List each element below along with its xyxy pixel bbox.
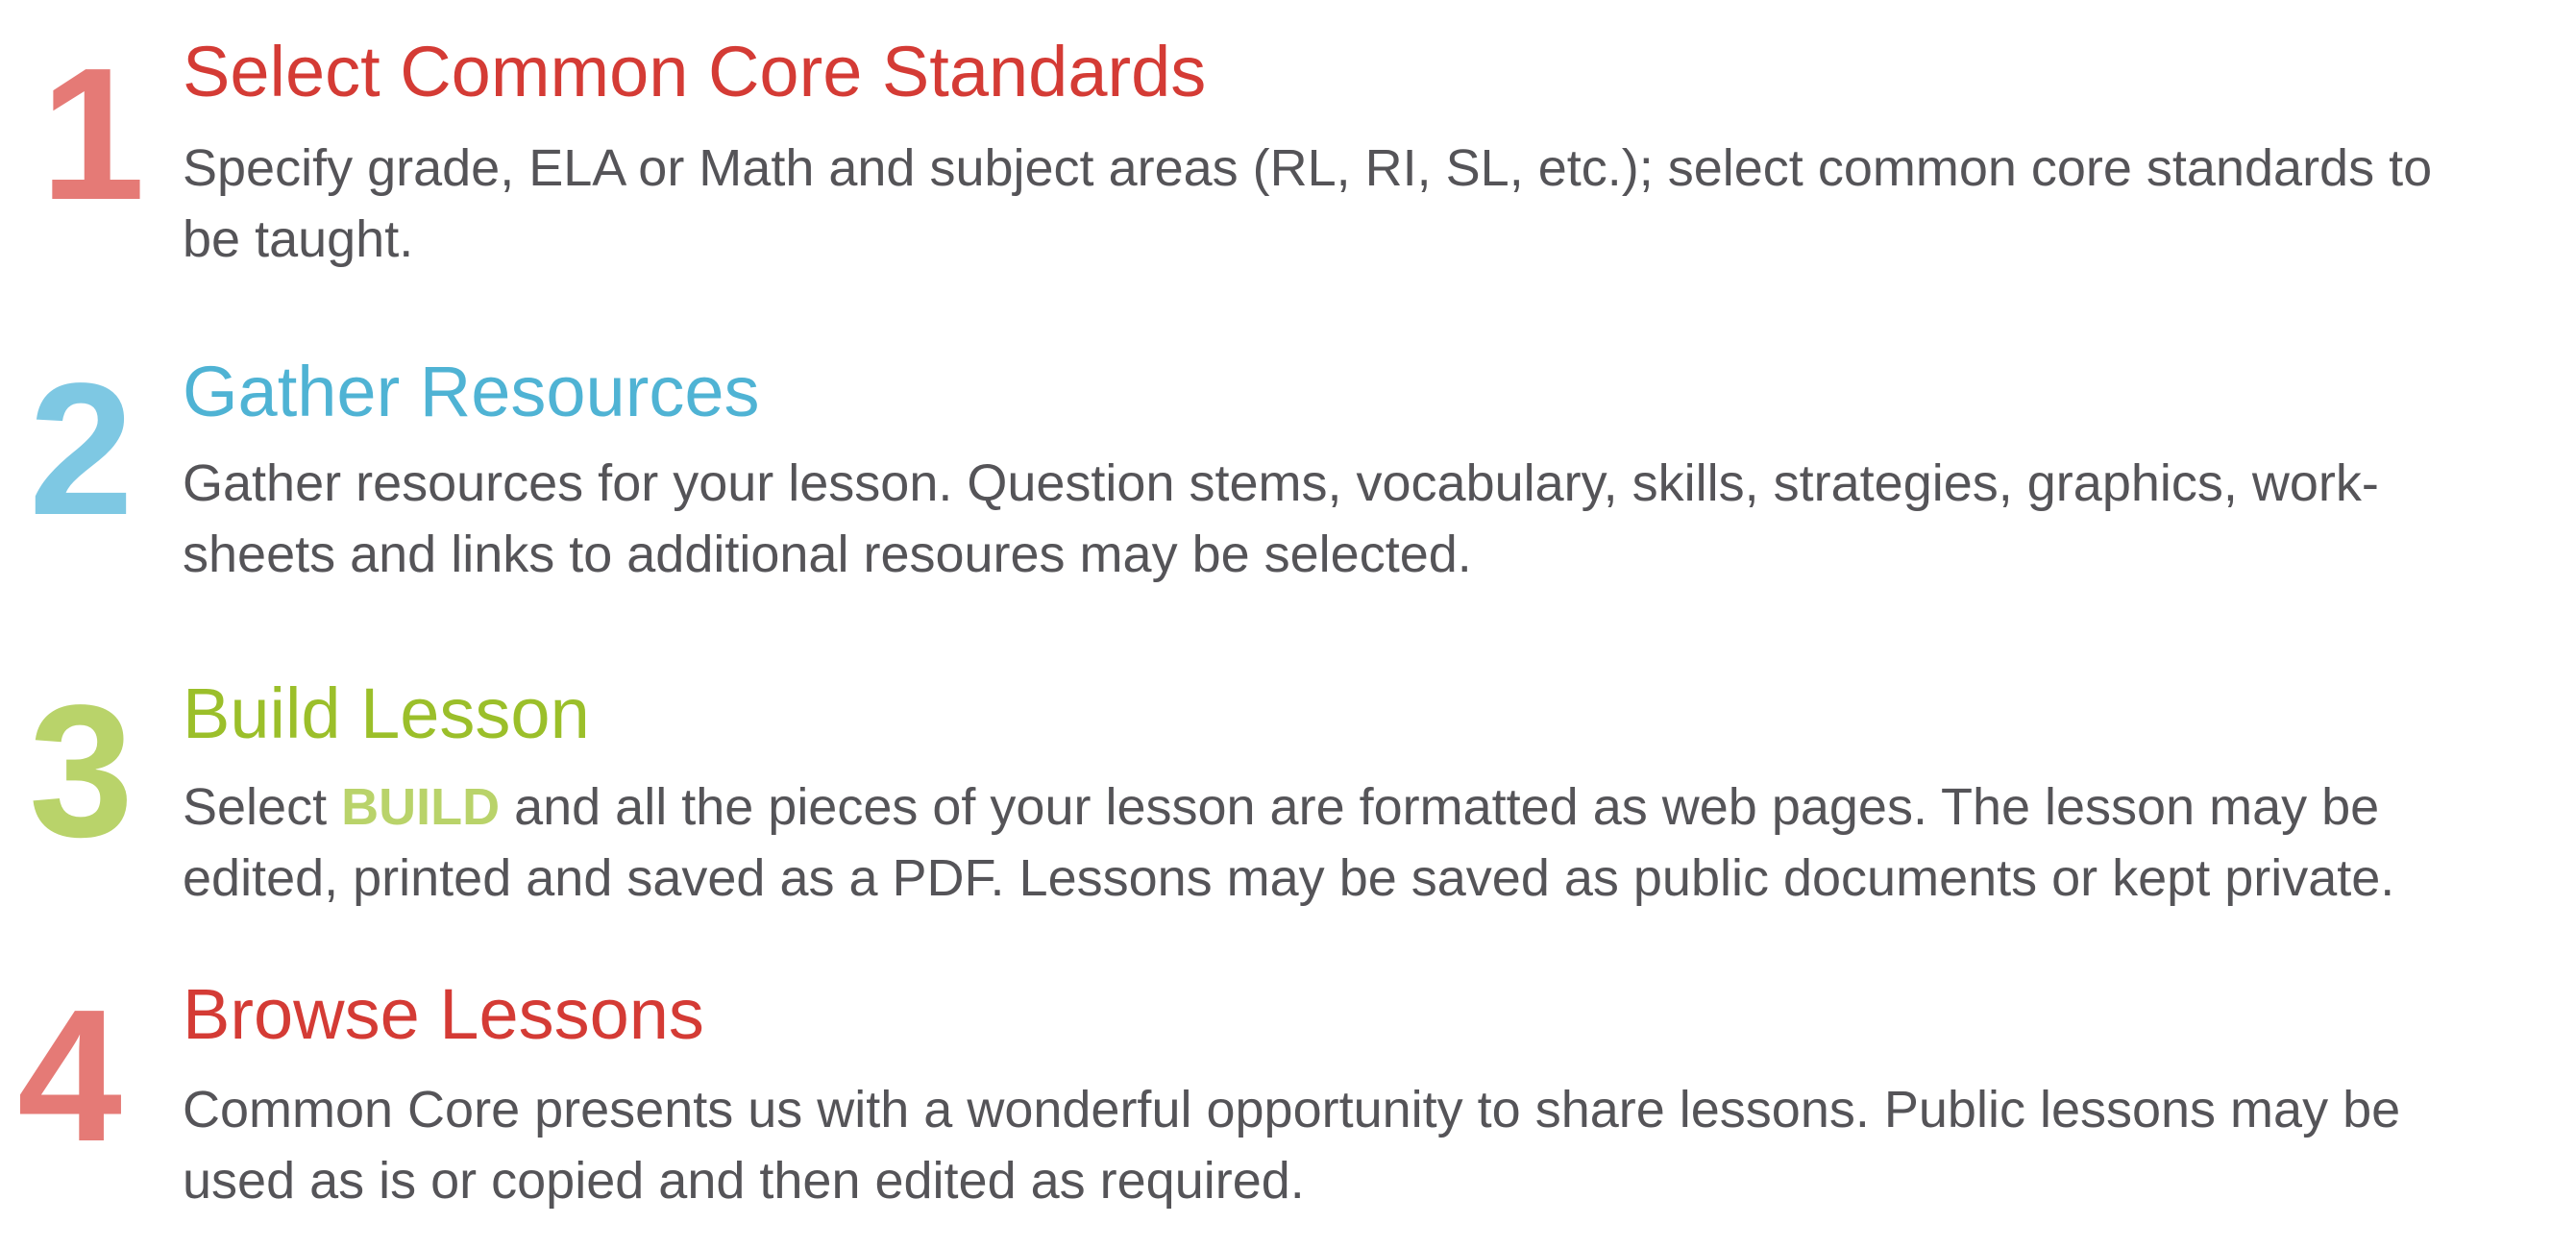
step-description: Gather resources for your lesson. Questi… — [183, 448, 2565, 590]
step-number: 4 — [17, 970, 123, 1181]
step-description: Select BUILD and all the pieces of your … — [183, 771, 2565, 914]
description-line: Gather resources for your lesson. Questi… — [183, 454, 2379, 512]
step-title: Build Lesson — [183, 673, 590, 753]
text-segment: and all the pieces of your lesson are fo… — [500, 778, 2380, 836]
step-description: Specify grade, ELA or Math and subject a… — [183, 133, 2565, 275]
description-line: used as is or copied and then edited as … — [183, 1152, 1305, 1210]
step-title: Gather Resources — [183, 352, 760, 431]
step-title: Select Common Core Standards — [183, 32, 1207, 111]
description-line: Select BUILD and all the pieces of your … — [183, 771, 2565, 843]
description-line: be taught. — [183, 210, 414, 268]
description-line: edited, printed and saved as a PDF. Less… — [183, 849, 2395, 907]
step-number: 1 — [40, 29, 146, 239]
step-title: Browse Lessons — [183, 974, 704, 1054]
description-line: Common Core presents us with a wonderful… — [183, 1081, 2401, 1138]
step-number: 3 — [29, 666, 135, 876]
description-line: Specify grade, ELA or Math and subject a… — [183, 139, 2433, 197]
text-segment: Select — [183, 778, 342, 836]
step-description: Common Core presents us with a wonderful… — [183, 1074, 2565, 1216]
build-keyword: BUILD — [341, 778, 501, 836]
description-line: sheets and links to additional resoures … — [183, 526, 1472, 583]
step-number: 2 — [29, 344, 135, 554]
